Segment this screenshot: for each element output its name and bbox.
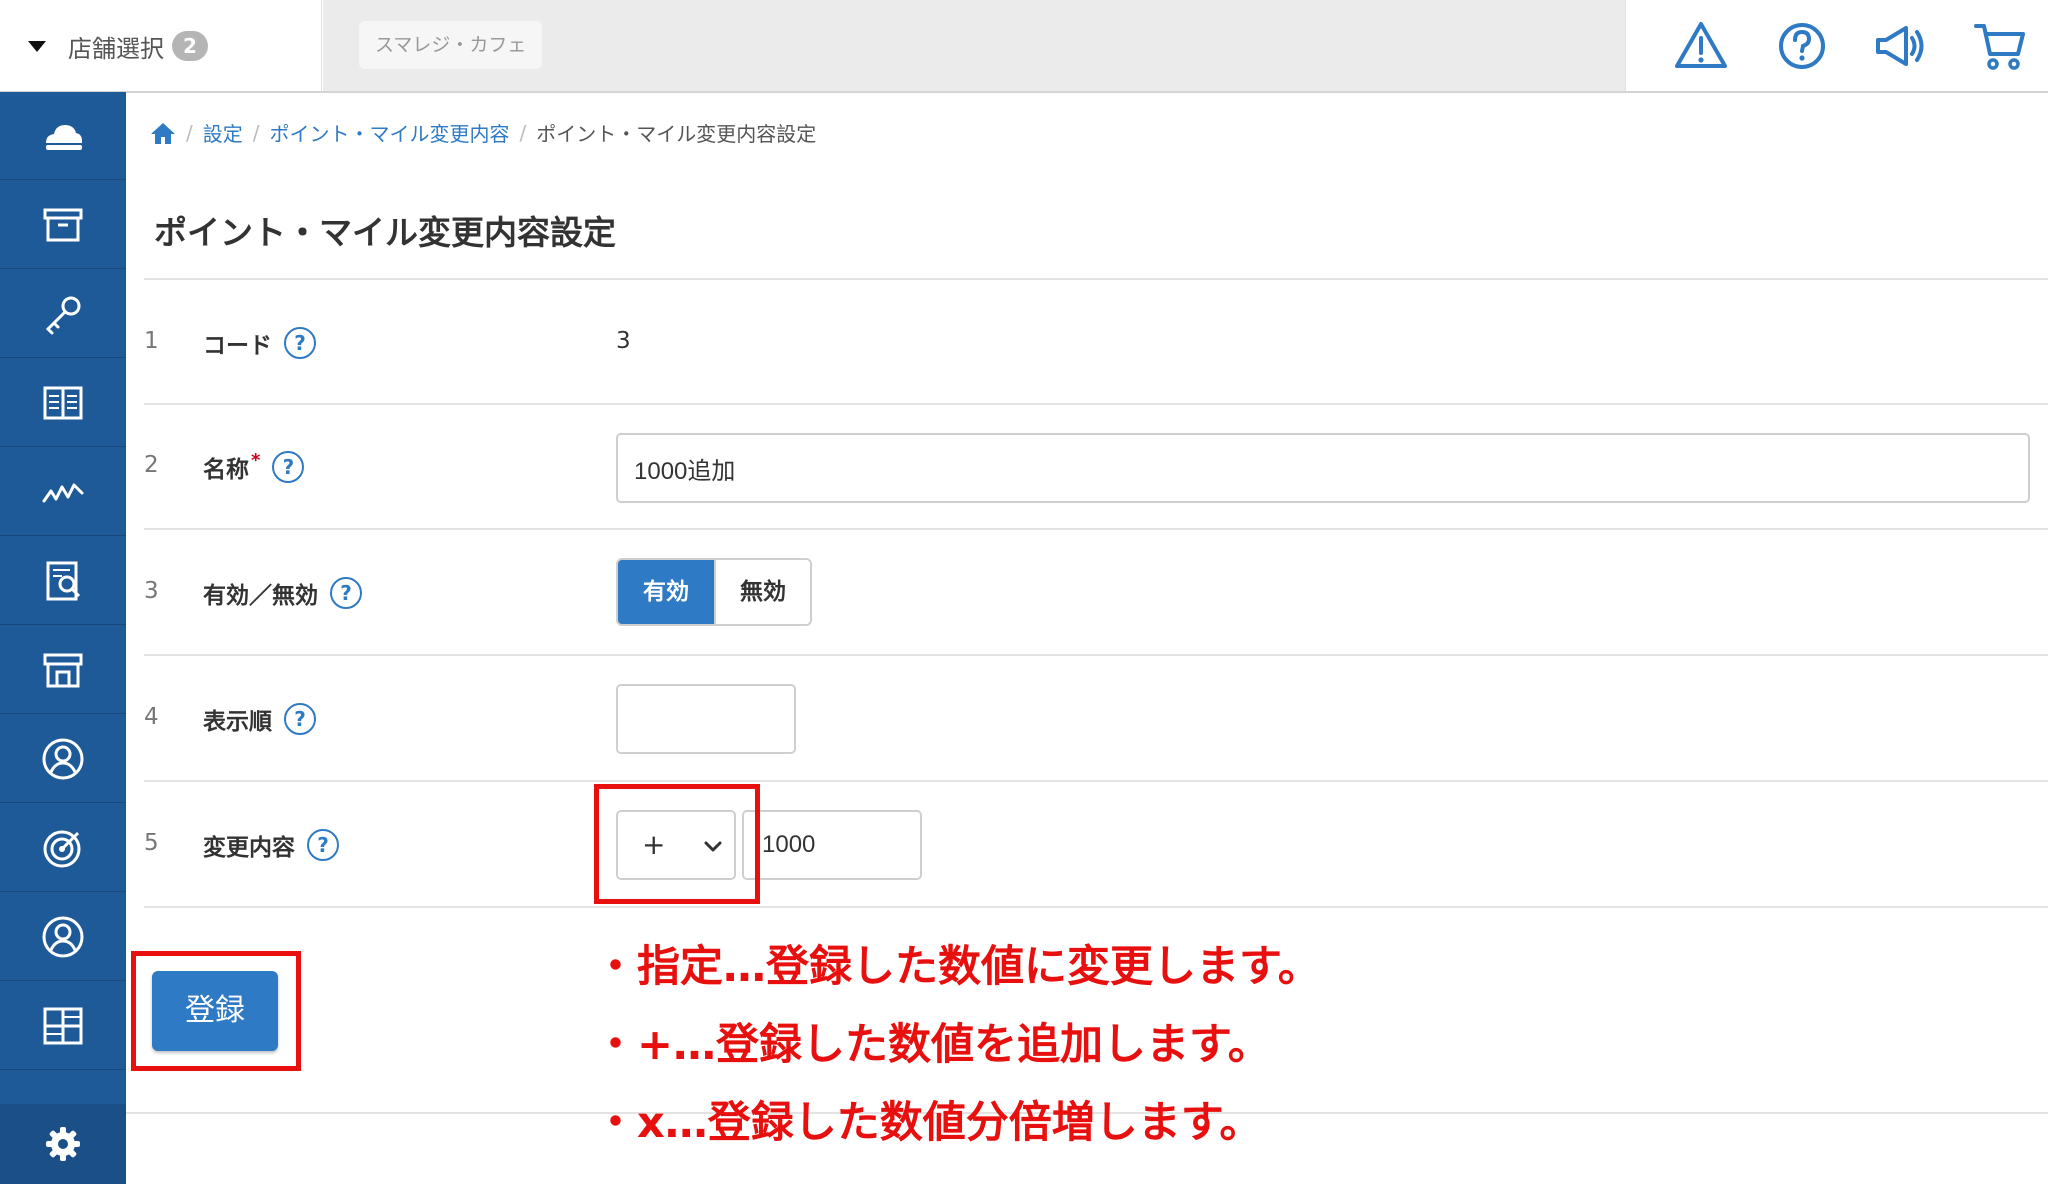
annotation-highlight-operator bbox=[594, 784, 760, 904]
row-number: 1 bbox=[144, 328, 159, 354]
breadcrumb-separator: / bbox=[519, 120, 527, 145]
home-icon[interactable] bbox=[150, 121, 176, 145]
user-icon bbox=[42, 916, 84, 957]
breadcrumb-point-link[interactable]: ポイント・マイル変更内容 bbox=[270, 118, 510, 147]
chart-icon bbox=[42, 483, 84, 502]
sort-order-label-text: 表示順 bbox=[203, 709, 272, 735]
sidebar-item-reports[interactable] bbox=[0, 537, 126, 625]
alert-icon[interactable] bbox=[1673, 18, 1729, 74]
sidebar-item-settings[interactable] bbox=[0, 1104, 126, 1184]
sidebar-item-apps[interactable] bbox=[0, 982, 126, 1070]
archive-icon bbox=[43, 208, 83, 241]
status-label-text: 有効／無効 bbox=[203, 583, 318, 609]
name-input[interactable] bbox=[616, 433, 2030, 503]
help-icon[interactable]: ? bbox=[272, 451, 305, 483]
breadcrumb: / 設定 / ポイント・マイル変更内容 / ポイント・マイル変更内容設定 bbox=[150, 118, 816, 147]
report-icon bbox=[46, 561, 81, 600]
page-title: ポイント・マイル変更内容設定 bbox=[154, 213, 616, 252]
breadcrumb-current: ポイント・マイル変更内容設定 bbox=[536, 122, 817, 146]
help-icon[interactable]: ? bbox=[284, 703, 316, 735]
sidebar-item-targets[interactable] bbox=[0, 804, 126, 892]
divider bbox=[144, 654, 2048, 656]
breadcrumb-settings-link[interactable]: 設定 bbox=[203, 118, 243, 147]
store-select-label: 店舗選択 bbox=[68, 34, 164, 63]
sidebar-item-analytics[interactable] bbox=[0, 448, 126, 536]
sidebar-item-stores[interactable] bbox=[0, 626, 126, 714]
name-label: 名称 * ? bbox=[203, 450, 305, 484]
annotation-highlight-submit bbox=[131, 951, 301, 1071]
divider bbox=[144, 528, 2048, 530]
sidebar-item-home[interactable] bbox=[0, 92, 126, 180]
key-icon bbox=[45, 296, 81, 334]
code-label: コード ? bbox=[203, 326, 316, 360]
row-number: 5 bbox=[144, 830, 159, 856]
code-label-text: コード bbox=[203, 333, 272, 359]
sidebar-item-products[interactable] bbox=[0, 181, 126, 269]
sidebar-item-customers[interactable] bbox=[0, 715, 126, 803]
store-icon bbox=[43, 653, 83, 687]
code-value: 3 bbox=[616, 328, 631, 354]
row-number: 2 bbox=[144, 452, 159, 478]
caret-down-icon bbox=[28, 40, 46, 52]
sidebar bbox=[0, 92, 126, 1184]
topbar-actions bbox=[1625, 0, 2048, 92]
row-number: 3 bbox=[144, 578, 159, 604]
divider bbox=[144, 278, 2048, 280]
required-mark: * bbox=[251, 450, 261, 471]
divider bbox=[144, 906, 2048, 908]
topbar-divider bbox=[0, 91, 2048, 93]
status-enabled-button[interactable]: 有効 bbox=[618, 560, 714, 624]
book-icon bbox=[43, 386, 83, 419]
annotation-note: ・+…登録した数値を追加します。 bbox=[594, 1020, 1271, 1070]
cloud-icon bbox=[46, 124, 82, 150]
divider bbox=[144, 780, 2048, 782]
row-number: 4 bbox=[144, 704, 159, 730]
annotation-note: ・x…登録した数値分倍増します。 bbox=[594, 1098, 1263, 1148]
status-label: 有効／無効 ? bbox=[203, 576, 362, 610]
cart-icon[interactable] bbox=[1972, 18, 2028, 74]
sidebar-item-staff[interactable] bbox=[0, 893, 126, 981]
sidebar-item-ledger[interactable] bbox=[0, 359, 126, 447]
status-disabled-button[interactable]: 無効 bbox=[714, 560, 810, 624]
help-icon[interactable]: ? bbox=[307, 829, 339, 861]
breadcrumb-separator: / bbox=[252, 120, 260, 145]
change-content-label: 変更内容 ? bbox=[203, 828, 339, 862]
grid-icon bbox=[43, 1007, 83, 1044]
top-bar: 店舗選択 2 スマレジ・カフェ bbox=[0, 0, 2048, 93]
gear-icon bbox=[46, 1127, 80, 1161]
store-name[interactable]: スマレジ・カフェ bbox=[359, 21, 543, 69]
target-icon bbox=[43, 830, 81, 867]
divider bbox=[144, 403, 2048, 405]
change-content-label-text: 変更内容 bbox=[203, 835, 295, 861]
store-count-badge: 2 bbox=[172, 31, 208, 61]
sort-order-input[interactable] bbox=[616, 684, 796, 754]
change-amount-input[interactable] bbox=[742, 810, 922, 880]
help-icon[interactable] bbox=[1774, 18, 1830, 74]
annotation-note: ・指定…登録した数値に変更します。 bbox=[594, 942, 1321, 992]
help-icon[interactable]: ? bbox=[284, 327, 316, 359]
sidebar-item-keys[interactable] bbox=[0, 270, 126, 358]
name-label-text: 名称 bbox=[203, 457, 249, 483]
status-toggle: 有効 無効 bbox=[616, 558, 812, 626]
breadcrumb-separator: / bbox=[186, 120, 193, 145]
megaphone-icon[interactable] bbox=[1872, 18, 1928, 74]
sort-order-label: 表示順 ? bbox=[203, 702, 316, 736]
customer-icon bbox=[42, 738, 84, 779]
store-select[interactable]: 店舗選択 2 bbox=[0, 0, 322, 92]
help-icon[interactable]: ? bbox=[330, 577, 362, 609]
